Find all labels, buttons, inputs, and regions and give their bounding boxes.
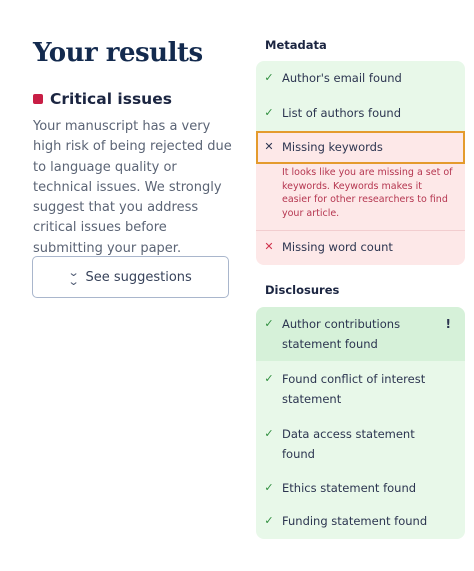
check-icon: ✓ <box>264 514 274 527</box>
severity-description: Your manuscript has a very high risk of … <box>33 119 232 256</box>
metadata-item-text: Author's email found <box>282 71 402 85</box>
metadata-item-text: Missing word count <box>282 240 393 254</box>
check-icon: ✓ <box>264 71 274 84</box>
critical-square-icon <box>33 94 43 104</box>
results-summary: Your results Critical issues Your manusc… <box>33 36 233 259</box>
severity-heading: Critical issues <box>33 88 233 110</box>
disclosure-item-text: Data access statement found <box>282 427 415 461</box>
metadata-item-text: Missing keywords <box>282 140 383 154</box>
warning-exclamation-icon: ! <box>445 317 451 331</box>
see-suggestions-button[interactable]: ⌄ ⌄ See suggestions <box>32 256 229 298</box>
metadata-item-text: List of authors found <box>282 106 402 120</box>
disclosure-item-author-contributions[interactable]: ✓ Author contributions statement found ! <box>256 307 465 361</box>
metadata-panel: ✓ Author's email found ✓ List of authors… <box>256 61 465 265</box>
metadata-item-keywords[interactable]: ✕ Missing keywords <box>256 131 465 164</box>
disclosures-panel: ✓ Author contributions statement found !… <box>256 307 465 539</box>
disclosure-item-text: Ethics statement found <box>282 481 417 495</box>
metadata-section-label: Metadata <box>265 38 327 52</box>
severity-label: Critical issues <box>50 90 172 108</box>
keywords-helper-text: It looks like you are missing a set of k… <box>256 164 465 230</box>
check-icon: ✓ <box>264 481 274 494</box>
check-icon: ✓ <box>264 317 274 330</box>
see-suggestions-label: See suggestions <box>85 269 192 285</box>
disclosure-item-conflict-of-interest[interactable]: ✓ Found conflict of interest statement <box>256 361 465 416</box>
disclosure-item-data-access[interactable]: ✓ Data access statement found <box>256 416 465 471</box>
check-icon: ✓ <box>264 106 274 119</box>
check-icon: ✓ <box>264 372 274 385</box>
cross-icon: ✕ <box>264 140 274 153</box>
disclosure-item-ethics[interactable]: ✓ Ethics statement found <box>256 471 465 505</box>
disclosure-item-text: Author contributions statement found <box>282 317 401 351</box>
metadata-item-authors[interactable]: ✓ List of authors found <box>256 96 465 131</box>
check-icon: ✓ <box>264 427 274 440</box>
double-chevron-down-icon: ⌄ ⌄ <box>67 266 80 288</box>
cross-icon: ✕ <box>264 240 274 253</box>
page-title: Your results <box>33 38 203 68</box>
metadata-item-email[interactable]: ✓ Author's email found <box>256 61 465 96</box>
metadata-item-word-count[interactable]: ✕ Missing word count <box>256 231 465 265</box>
disclosures-section-label: Disclosures <box>265 283 340 297</box>
disclosure-item-text: Found conflict of interest statement <box>282 372 426 406</box>
disclosure-item-text: Funding statement found <box>282 514 428 528</box>
disclosure-item-funding[interactable]: ✓ Funding statement found <box>256 505 465 539</box>
